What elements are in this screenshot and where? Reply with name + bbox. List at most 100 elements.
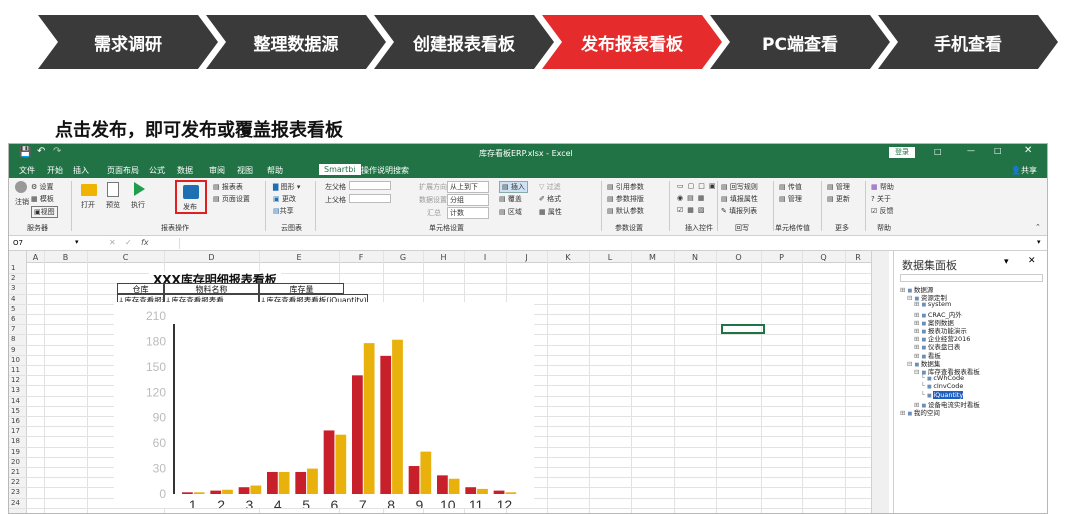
tab-6[interactable]: 审阅: [209, 165, 225, 176]
help-button[interactable]: ▦ 帮助: [871, 182, 894, 192]
chart-button[interactable]: ▇ 图形 ▾: [273, 182, 300, 192]
selected-cell[interactable]: [721, 324, 765, 335]
summary-select[interactable]: 计数: [447, 207, 489, 219]
tab-8[interactable]: 帮助: [267, 165, 283, 176]
row-header[interactable]: 15: [11, 407, 20, 415]
row-header[interactable]: 14: [11, 397, 20, 405]
column-header[interactable]: I: [464, 253, 506, 262]
format-button[interactable]: ✐ 格式: [539, 194, 561, 204]
panel-search-input[interactable]: [900, 274, 1043, 282]
column-header[interactable]: G: [383, 253, 423, 262]
column-header[interactable]: P: [761, 253, 802, 262]
row-header[interactable]: 3: [11, 284, 15, 292]
enter-icon[interactable]: ✓: [125, 238, 132, 247]
tab-2[interactable]: 插入: [73, 165, 89, 176]
row-header[interactable]: 4: [11, 295, 15, 303]
tab-0[interactable]: 文件: [19, 165, 35, 176]
row-header[interactable]: 22: [11, 478, 20, 486]
tree-node[interactable]: ⊞ ■ 我的空间: [900, 407, 940, 417]
area-button[interactable]: ▤ 区域: [499, 207, 522, 217]
share-button[interactable]: 👤共享: [1011, 165, 1037, 176]
row-header[interactable]: 1: [11, 264, 15, 272]
row-header[interactable]: 12: [11, 376, 20, 384]
column-header[interactable]: M: [631, 253, 674, 262]
column-header[interactable]: A: [27, 253, 44, 262]
row-header[interactable]: 10: [11, 356, 20, 364]
row-header[interactable]: 18: [11, 437, 20, 445]
name-box-dropdown-icon[interactable]: ▾: [75, 238, 79, 246]
report-list-button[interactable]: ▤ 报表表: [213, 182, 243, 192]
transfer-manage-button[interactable]: ▤ 管理: [779, 194, 802, 204]
row-header[interactable]: 24: [11, 499, 20, 507]
fill-prop-button[interactable]: ▤ 填报属性: [721, 194, 758, 204]
transfer-button[interactable]: ▤ 传值: [779, 182, 802, 192]
row-header[interactable]: 19: [11, 448, 20, 456]
column-header[interactable]: D: [164, 253, 259, 262]
execute-button[interactable]: 执行: [131, 200, 145, 210]
column-header[interactable]: B: [44, 253, 87, 262]
tree-expander-icon[interactable]: ⊞: [900, 409, 908, 417]
vertical-scrollbar[interactable]: [871, 251, 889, 513]
tree-node[interactable]: └ ■ iQuantity: [921, 390, 964, 399]
row-header[interactable]: 11: [11, 366, 20, 374]
collapse-ribbon-icon[interactable]: ⌃: [1035, 223, 1041, 231]
control-icons-row3[interactable]: ☑▦▧: [677, 206, 709, 214]
column-header[interactable]: F: [339, 253, 383, 262]
column-header[interactable]: R: [845, 253, 871, 262]
filter-button[interactable]: ▽ 过滤: [539, 182, 561, 192]
about-button[interactable]: ? 关于: [871, 194, 891, 204]
row-header[interactable]: 13: [11, 386, 20, 394]
ribbon-display-icon[interactable]: □: [934, 147, 942, 156]
cancel-icon[interactable]: ✕: [109, 238, 116, 247]
tab-7[interactable]: 视图: [237, 165, 253, 176]
left-parent-select[interactable]: [349, 181, 391, 190]
row-header[interactable]: 9: [11, 346, 15, 354]
row-header[interactable]: 6: [11, 315, 15, 323]
data-settings-select[interactable]: 分组: [447, 194, 489, 206]
row-header[interactable]: 7: [11, 325, 15, 333]
column-header[interactable]: N: [674, 253, 716, 262]
undo-icon[interactable]: ↶: [37, 146, 45, 157]
ref-param-button[interactable]: ▤ 引用参数: [607, 182, 644, 192]
row-header[interactable]: 5: [11, 305, 15, 313]
param-layout-button[interactable]: ▤ 参数排版: [607, 194, 644, 204]
cover-button[interactable]: ▤ 覆盖: [499, 194, 522, 204]
publish-button[interactable]: 发布: [175, 180, 207, 214]
row-header[interactable]: 2: [11, 274, 15, 282]
tab-5[interactable]: 数据: [177, 165, 193, 176]
share-chart-button[interactable]: ▤共享: [273, 206, 294, 216]
tree-node[interactable]: ⊞ ■ system: [914, 300, 951, 308]
save-icon[interactable]: 💾: [19, 147, 31, 158]
expand-dir-select[interactable]: 从上到下: [447, 181, 489, 193]
redo-icon[interactable]: ↷: [53, 146, 61, 157]
column-header[interactable]: K: [547, 253, 589, 262]
column-header[interactable]: H: [423, 253, 464, 262]
default-param-button[interactable]: ▤ 默认参数: [607, 206, 644, 216]
page-settings-button[interactable]: ▤ 页面设置: [213, 194, 250, 204]
column-header[interactable]: L: [589, 253, 631, 262]
logout-button[interactable]: 注销: [15, 197, 29, 207]
minimize-icon[interactable]: —: [967, 146, 975, 155]
worksheet-grid[interactable]: A B C D E F G H I J K L M N O P Q R 1 2 3 4 5 6 7 8 9 10 11 12 13 14 15 1…: [9, 251, 889, 513]
fill-list-button[interactable]: ✎ 填报列表: [721, 206, 757, 216]
signin-button[interactable]: 登录: [889, 147, 915, 158]
server-settings-button[interactable]: ⚙ 设置: [31, 182, 54, 192]
more-manage-button[interactable]: ▤ 管理: [827, 182, 850, 192]
row-header[interactable]: 20: [11, 458, 20, 466]
tab-1[interactable]: 开始: [47, 165, 63, 176]
tree-node[interactable]: └ ■ cInvCode: [921, 382, 963, 390]
preview-button[interactable]: 预览: [106, 200, 120, 210]
expand-formula-icon[interactable]: ▾: [1037, 238, 1041, 246]
change-button[interactable]: ▣ 更改: [273, 194, 296, 204]
panel-close-icon[interactable]: ✕: [1028, 256, 1036, 266]
panel-dropdown-icon[interactable]: ▾: [1004, 257, 1009, 267]
view-button[interactable]: ▣视图: [31, 206, 58, 218]
up-parent-select[interactable]: [349, 194, 391, 203]
row-header[interactable]: 21: [11, 468, 20, 476]
row-header[interactable]: 16: [11, 417, 20, 425]
maximize-icon[interactable]: □: [994, 146, 1002, 155]
tree-expander-icon[interactable]: ⊞: [914, 300, 922, 308]
update-button[interactable]: ▤ 更新: [827, 194, 850, 204]
name-box[interactable]: O7: [13, 239, 83, 247]
close-icon[interactable]: ✕: [1024, 145, 1032, 156]
